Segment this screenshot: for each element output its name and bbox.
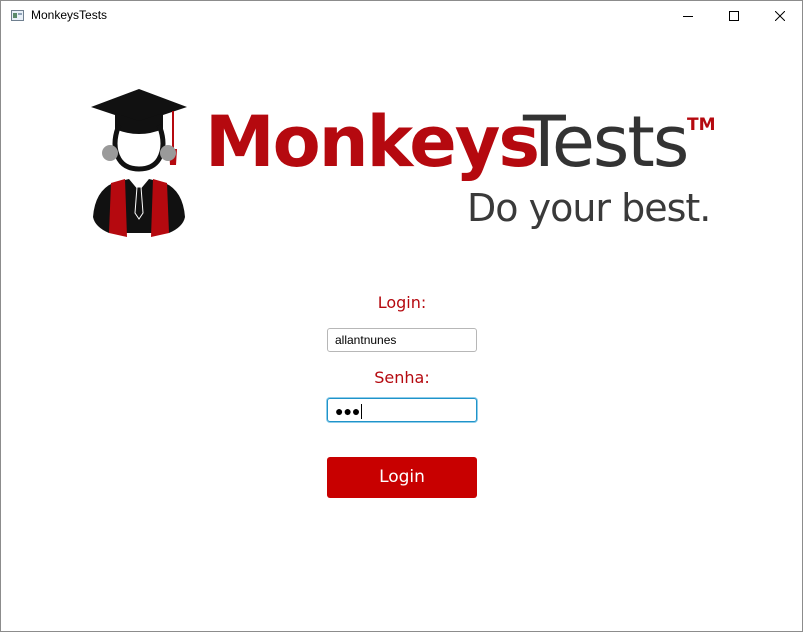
app-window: MonkeysTests Monkeys Tests TM Do your be… bbox=[0, 0, 803, 632]
close-icon bbox=[775, 11, 785, 21]
brand-name-primary: Monkeys bbox=[205, 101, 540, 183]
login-input[interactable]: allantnunes bbox=[327, 328, 477, 352]
login-button[interactable]: Login bbox=[327, 457, 477, 498]
login-label: Login: bbox=[377, 293, 427, 312]
brand-logo: Monkeys Tests TM Do your best. bbox=[87, 87, 727, 243]
maximize-button[interactable] bbox=[711, 1, 757, 31]
minimize-icon bbox=[683, 16, 693, 17]
password-mask: ●●● bbox=[335, 403, 361, 420]
brand-name-secondary: Tests bbox=[523, 101, 689, 183]
text-caret bbox=[361, 403, 363, 419]
trademark-mark: TM bbox=[687, 115, 716, 135]
maximize-icon bbox=[729, 11, 739, 21]
minimize-button[interactable] bbox=[665, 1, 711, 31]
graduate-mascot-icon bbox=[91, 89, 187, 237]
brand-tagline: Do your best. bbox=[467, 186, 711, 230]
password-label: Senha: bbox=[374, 368, 430, 387]
password-input[interactable]: ●●● bbox=[327, 398, 477, 422]
app-window-icon bbox=[11, 10, 24, 21]
window-title: MonkeysTests bbox=[31, 8, 108, 22]
title-bar[interactable]: MonkeysTests bbox=[1, 1, 802, 31]
close-button[interactable] bbox=[757, 1, 802, 31]
